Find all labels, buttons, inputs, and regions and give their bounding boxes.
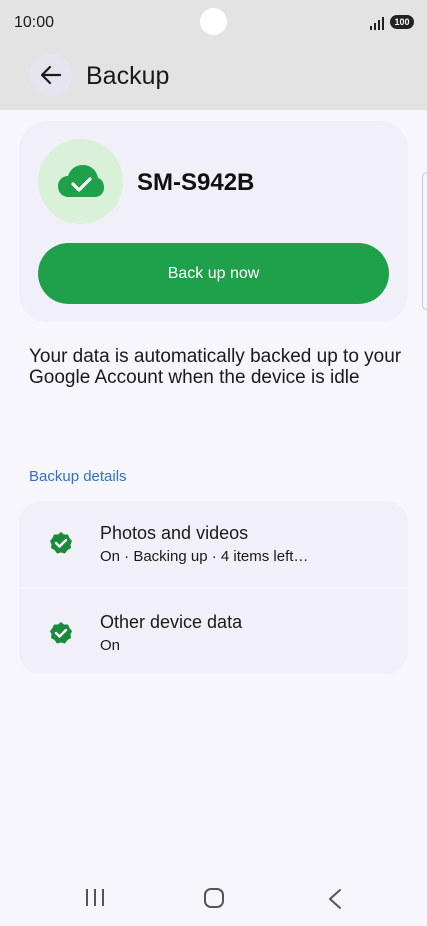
top-app-bar: 10:00 100 Backup [0,0,427,110]
check-badge-icon [50,532,72,554]
backup-details-heading: Backup details [29,468,127,485]
home-icon[interactable] [204,888,224,908]
cloud-check-icon [38,139,123,224]
list-item-photos-videos[interactable]: Photos and videos On · Backing up · 4 it… [19,501,408,587]
back-chevron-icon[interactable] [326,888,344,910]
signal-icon [370,16,386,30]
edge-panel-handle[interactable] [422,172,427,310]
device-name: SM-S942B [137,169,255,196]
backup-details-list: Photos and videos On · Backing up · 4 it… [19,501,408,674]
page-title: Backup [86,62,170,90]
screen: 10:00 100 Backup SM-S942B Back up now Yo… [0,0,427,926]
check-badge-icon [50,622,72,644]
battery-indicator: 100 [390,15,414,29]
list-item-other-device-data[interactable]: Other device data On [19,589,408,674]
camera-cutout [200,8,227,35]
list-item-subtitle: On · Backing up · 4 items left… [100,548,309,565]
status-time: 10:00 [14,14,55,31]
list-item-subtitle: On [100,637,121,654]
recents-icon[interactable] [86,889,106,906]
arrow-left-icon [40,65,62,85]
system-navigation-bar [0,868,427,926]
back-up-now-button[interactable]: Back up now [38,243,389,304]
device-card: SM-S942B Back up now [19,121,408,322]
backup-info-text: Your data is automatically backed up to … [29,346,402,388]
list-item-title: Photos and videos [100,523,249,543]
back-button[interactable] [30,54,72,96]
list-item-title: Other device data [100,612,243,632]
